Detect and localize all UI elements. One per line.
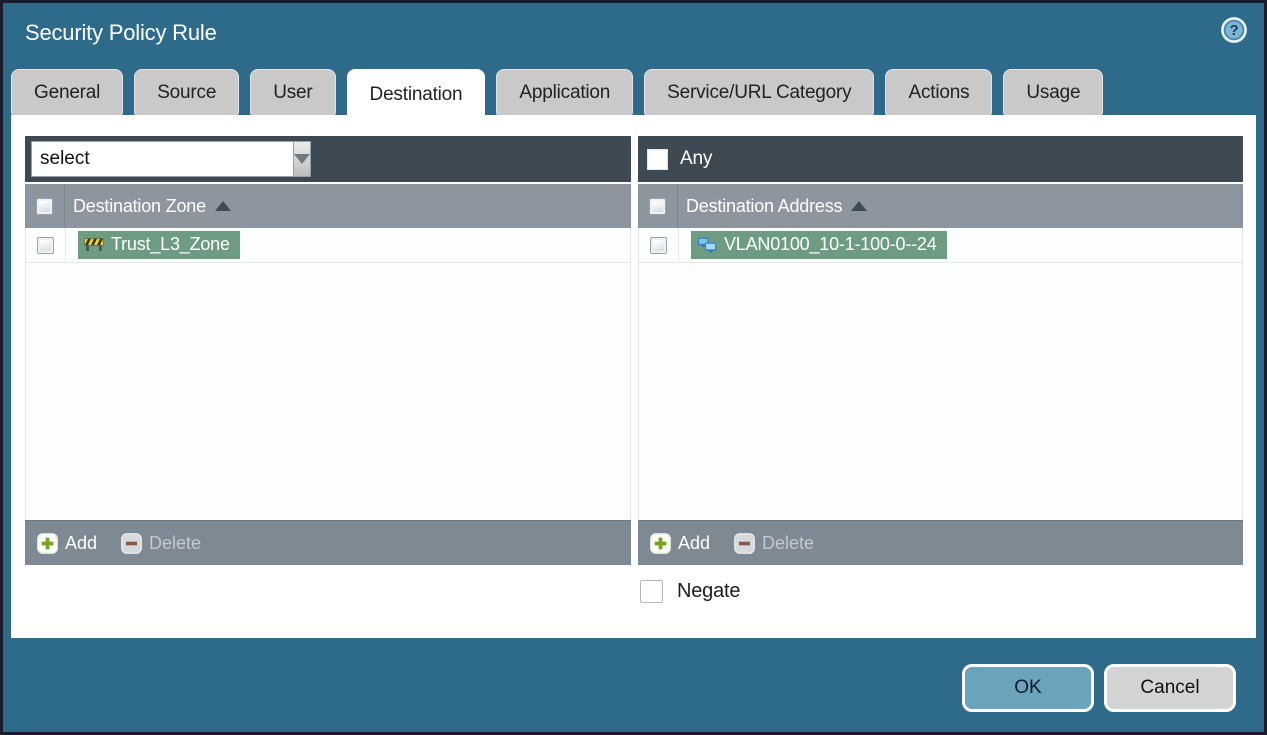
tab-general[interactable]: General xyxy=(11,69,124,117)
address-selected-chip[interactable]: VLAN0100_10-1-100-0--24 xyxy=(691,231,947,259)
dialog-title: Security Policy Rule xyxy=(25,20,217,45)
tab-application[interactable]: Application xyxy=(496,69,634,117)
tab-source[interactable]: Source xyxy=(134,69,240,117)
address-row[interactable]: VLAN0100_10-1-100-0--24 xyxy=(639,228,1242,263)
tab-destination[interactable]: Destination xyxy=(346,69,486,121)
sort-ascending-icon xyxy=(214,201,231,211)
zone-column-header-label: Destination Zone xyxy=(73,195,206,216)
zone-column-header[interactable]: Destination Zone xyxy=(73,196,231,217)
zone-add-label: Add xyxy=(65,532,98,553)
add-icon xyxy=(650,532,671,554)
address-name: VLAN0100_10-1-100-0--24 xyxy=(724,234,937,254)
security-policy-rule-dialog: Security Policy Rule ? General Source Us… xyxy=(0,0,1267,735)
any-label: Any xyxy=(680,148,713,169)
ok-button[interactable]: OK xyxy=(962,664,1094,712)
address-add-label: Add xyxy=(678,532,711,553)
address-row-checkbox-cell xyxy=(639,228,679,262)
address-list: VLAN0100_10-1-100-0--24 xyxy=(638,228,1243,520)
tab-usage[interactable]: Usage xyxy=(1003,69,1104,117)
zone-select-all-checkbox[interactable] xyxy=(36,197,53,215)
address-column-header-row: Destination Address xyxy=(638,184,1243,228)
svg-text:?: ? xyxy=(1230,22,1239,39)
zone-selected-chip[interactable]: Trust_L3_Zone xyxy=(78,231,240,259)
zone-name: Trust_L3_Zone xyxy=(111,234,230,254)
zone-delete-label: Delete xyxy=(149,532,202,553)
zone-select-combobox xyxy=(31,141,311,177)
zone-toolbar xyxy=(25,136,631,182)
destination-address-panel: Any Destination Address VLAN0100_10-1-10… xyxy=(638,136,1243,565)
tab-strip: General Source User Destination Applicat… xyxy=(11,69,1256,121)
zone-row[interactable]: Trust_L3_Zone xyxy=(26,228,630,263)
negate-row: Negate xyxy=(640,580,740,603)
zone-list: Trust_L3_Zone xyxy=(25,228,631,520)
delete-icon xyxy=(734,532,755,554)
chevron-down-icon xyxy=(294,154,310,164)
address-select-all-cell xyxy=(638,184,678,228)
zone-row-checkbox[interactable] xyxy=(37,236,54,254)
delete-icon xyxy=(121,532,142,554)
zone-delete-button[interactable]: Delete xyxy=(121,533,201,554)
zone-column-header-row: Destination Zone xyxy=(25,184,631,228)
address-delete-button[interactable]: Delete xyxy=(734,533,814,554)
any-row: Any xyxy=(647,148,712,170)
zone-select-dropdown-button[interactable] xyxy=(293,141,311,177)
zone-add-button[interactable]: Add xyxy=(37,533,97,554)
any-checkbox[interactable] xyxy=(647,148,668,170)
zone-select-all-cell xyxy=(25,184,65,228)
sort-ascending-icon xyxy=(851,201,868,211)
zone-icon xyxy=(84,238,104,251)
help-icon[interactable]: ? xyxy=(1220,16,1248,44)
tab-actions[interactable]: Actions xyxy=(885,69,993,117)
destination-tab-content: Destination Zone xyxy=(11,115,1256,638)
address-select-all-checkbox[interactable] xyxy=(649,197,666,215)
address-row-checkbox[interactable] xyxy=(650,236,667,254)
address-column-header-label: Destination Address xyxy=(686,195,843,216)
address-icon xyxy=(698,237,717,252)
destination-zone-panel: Destination Zone xyxy=(25,136,631,565)
cancel-button[interactable]: Cancel xyxy=(1104,664,1236,712)
add-icon xyxy=(37,532,58,554)
address-delete-label: Delete xyxy=(762,532,815,553)
address-column-header[interactable]: Destination Address xyxy=(686,195,868,217)
negate-checkbox[interactable] xyxy=(640,580,663,603)
zone-row-checkbox-cell xyxy=(26,228,66,262)
title-bar: Security Policy Rule ? xyxy=(3,3,1264,67)
tab-service-url-category[interactable]: Service/URL Category xyxy=(644,69,875,117)
address-toolbar: Any xyxy=(638,136,1243,182)
negate-label: Negate xyxy=(677,580,741,602)
address-footer-toolbar: Add Delete xyxy=(638,520,1243,565)
address-add-button[interactable]: Add xyxy=(650,533,710,554)
zone-footer-toolbar: Add Delete xyxy=(25,520,631,565)
zone-select-input[interactable] xyxy=(31,141,293,177)
tab-user[interactable]: User xyxy=(250,69,336,117)
